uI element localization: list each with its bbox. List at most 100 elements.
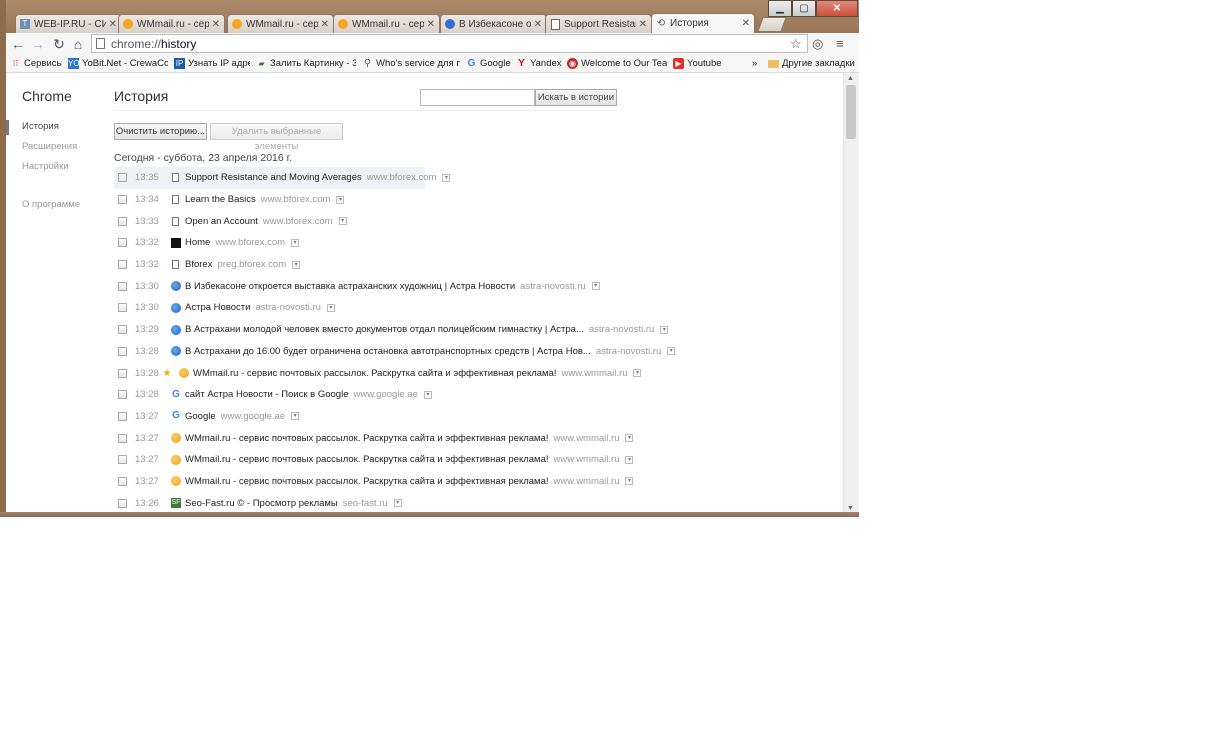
toolbar: ← → ↻ ⌂ chrome://history ☆ ◎ ≡ [0,33,859,56]
row-checkbox[interactable] [118,281,127,291]
history-link[interactable]: Open an Account [185,216,258,227]
home-icon[interactable]: ⌂ [70,36,86,52]
menu-icon[interactable]: ≡ [836,36,844,52]
row-menu-icon[interactable]: ▾ [326,303,335,312]
clear-history-button[interactable]: Очистить историю... [114,123,207,140]
tab-6[interactable]: ⟲ История ✕ [651,13,755,33]
tab-close-icon[interactable]: ✕ [742,18,750,29]
bookmark-star-icon[interactable]: ☆ [790,36,802,52]
history-link[interactable]: Bforex [185,259,212,270]
scrollbar[interactable]: ▲ ▼ [843,73,859,517]
bookmark-item[interactable]: ⁝⁝ Сервисы [10,57,62,70]
history-link[interactable]: В Астрахани до 16.00 будет ограничена ос… [185,346,591,357]
row-checkbox[interactable] [118,411,127,421]
search-history-button[interactable]: Искать в истории [535,89,617,106]
row-checkbox[interactable] [118,195,127,205]
row-checkbox[interactable] [118,325,127,335]
bookmark-item[interactable]: Y Yandex [516,57,562,70]
row-checkbox[interactable] [118,303,127,313]
history-link[interactable]: Google [185,411,216,422]
history-link[interactable]: В Избекасоне откроется выставка астрахан… [185,281,515,292]
close-window-button[interactable]: ✕ [816,0,858,17]
history-link[interactable]: WMmail.ru - сервис почтовых рассылок. Ра… [193,368,557,379]
tab-close-icon[interactable]: ✕ [109,19,117,30]
tab-5[interactable]: Support Resistanc✕ [545,14,652,33]
row-menu-icon[interactable]: ▾ [625,455,634,464]
scroll-up-arrow[interactable]: ▲ [847,75,854,82]
scroll-thumb[interactable] [846,85,856,139]
minimize-button[interactable]: ▁ [768,0,792,17]
row-menu-icon[interactable]: ▾ [336,195,345,204]
row-menu-icon[interactable]: ▾ [591,282,600,291]
back-arrow-icon[interactable]: ← [10,36,26,52]
row-menu-icon[interactable]: ▾ [660,325,669,334]
row-checkbox[interactable] [118,216,127,226]
row-checkbox[interactable] [118,368,127,378]
bookmark-item[interactable]: ⚲ Who's service для пр [362,57,460,70]
row-menu-icon[interactable]: ▾ [625,477,634,486]
row-checkbox[interactable] [118,173,127,183]
tab-close-icon[interactable]: ✕ [321,19,329,30]
address-bar[interactable]: chrome://history [91,34,808,53]
tab-close-icon[interactable]: ✕ [427,19,435,30]
row-menu-icon[interactable]: ▾ [667,347,676,356]
bookmark-item[interactable]: ▶ Youtube [673,57,743,70]
tab-title: WMmail.ru - серв [352,18,424,30]
history-link[interactable]: В Астрахани молодой человек вместо докум… [185,324,584,335]
history-link[interactable]: Seo-Fast.ru © - Просмотр рекламы [185,498,338,509]
row-menu-icon[interactable]: ▾ [633,369,642,378]
tab-4[interactable]: В Избекасоне отк✕ [440,14,547,33]
tab-close-icon[interactable]: ✕ [639,19,647,30]
row-checkbox[interactable] [118,433,127,443]
forward-arrow-icon[interactable]: → [30,36,46,52]
tab-0[interactable]: T WEB-IP.RU - СИСТ✕ [15,14,122,33]
tab-1[interactable]: WMmail.ru - серв ✕ [118,14,225,33]
tab-2[interactable]: WMmail.ru - серв ✕ [227,14,334,33]
row-menu-icon[interactable]: ▾ [393,499,402,508]
history-link[interactable]: Home [185,237,210,248]
row-menu-icon[interactable]: ▾ [423,390,432,399]
scroll-down-arrow[interactable]: ▼ [847,505,854,512]
row-menu-icon[interactable]: ▾ [291,238,300,247]
bookmark-item[interactable]: IPУзнать IP адрес [174,57,250,70]
row-checkbox[interactable] [118,476,127,486]
row-checkbox[interactable] [118,455,127,465]
row-checkbox[interactable] [118,260,127,270]
sidebar-item-history[interactable]: История [6,117,96,137]
maximize-button[interactable]: ▢ [792,0,816,17]
star-icon[interactable]: ★ [161,368,173,379]
row-checkbox[interactable] [118,346,127,356]
tab-3[interactable]: WMmail.ru - серв ✕ [333,14,440,33]
sidebar-item-about[interactable]: О программе [22,199,80,210]
history-link[interactable]: Support Resistance and Moving Averages [185,172,362,183]
row-menu-icon[interactable]: ▾ [442,173,451,182]
tab-close-icon[interactable]: ✕ [212,19,220,30]
sidebar-item-settings[interactable]: Настройки [6,157,96,177]
bookmark-item[interactable]: ◉ Welcome to Our Team [567,57,667,70]
row-menu-icon[interactable]: ▾ [292,260,301,269]
remove-selected-button[interactable]: Удалить выбранные элементы [210,123,343,152]
history-link[interactable]: Астра Новости [185,302,250,313]
reload-icon[interactable]: ↻ [51,36,67,52]
other-bookmarks[interactable]: Другие закладки [768,57,855,70]
row-menu-icon[interactable]: ▾ [338,217,347,226]
row-menu-icon[interactable]: ▾ [625,434,634,443]
bookmark-item[interactable]: G Google [466,57,511,70]
history-link[interactable]: WMmail.ru - сервис почтовых рассылок. Ра… [185,433,549,444]
tab-close-icon[interactable]: ✕ [534,19,542,30]
sidebar-item-extensions[interactable]: Расширения [6,137,96,157]
row-checkbox[interactable] [118,390,127,400]
history-link[interactable]: WMmail.ru - сервис почтовых рассылок. Ра… [185,454,549,465]
bookmarks-overflow[interactable]: » [752,57,757,70]
history-search-input[interactable] [420,89,535,106]
bookmark-item[interactable]: YO YoBit.Net - CrewaCom [68,57,168,70]
history-link[interactable]: WMmail.ru - сервис почтовых рассылок. Ра… [185,476,549,487]
row-menu-icon[interactable]: ▾ [291,412,300,421]
row-checkbox[interactable] [118,238,127,248]
new-tab-button[interactable] [757,17,787,32]
globe-icon[interactable]: ◎ [812,36,823,52]
history-link[interactable]: Learn the Basics [185,194,256,205]
bookmark-item[interactable]: ▰ Залить Картинку - За [256,57,356,70]
row-checkbox[interactable] [118,498,127,508]
history-link[interactable]: сайт Астра Новости - Поиск в Google [185,389,348,400]
